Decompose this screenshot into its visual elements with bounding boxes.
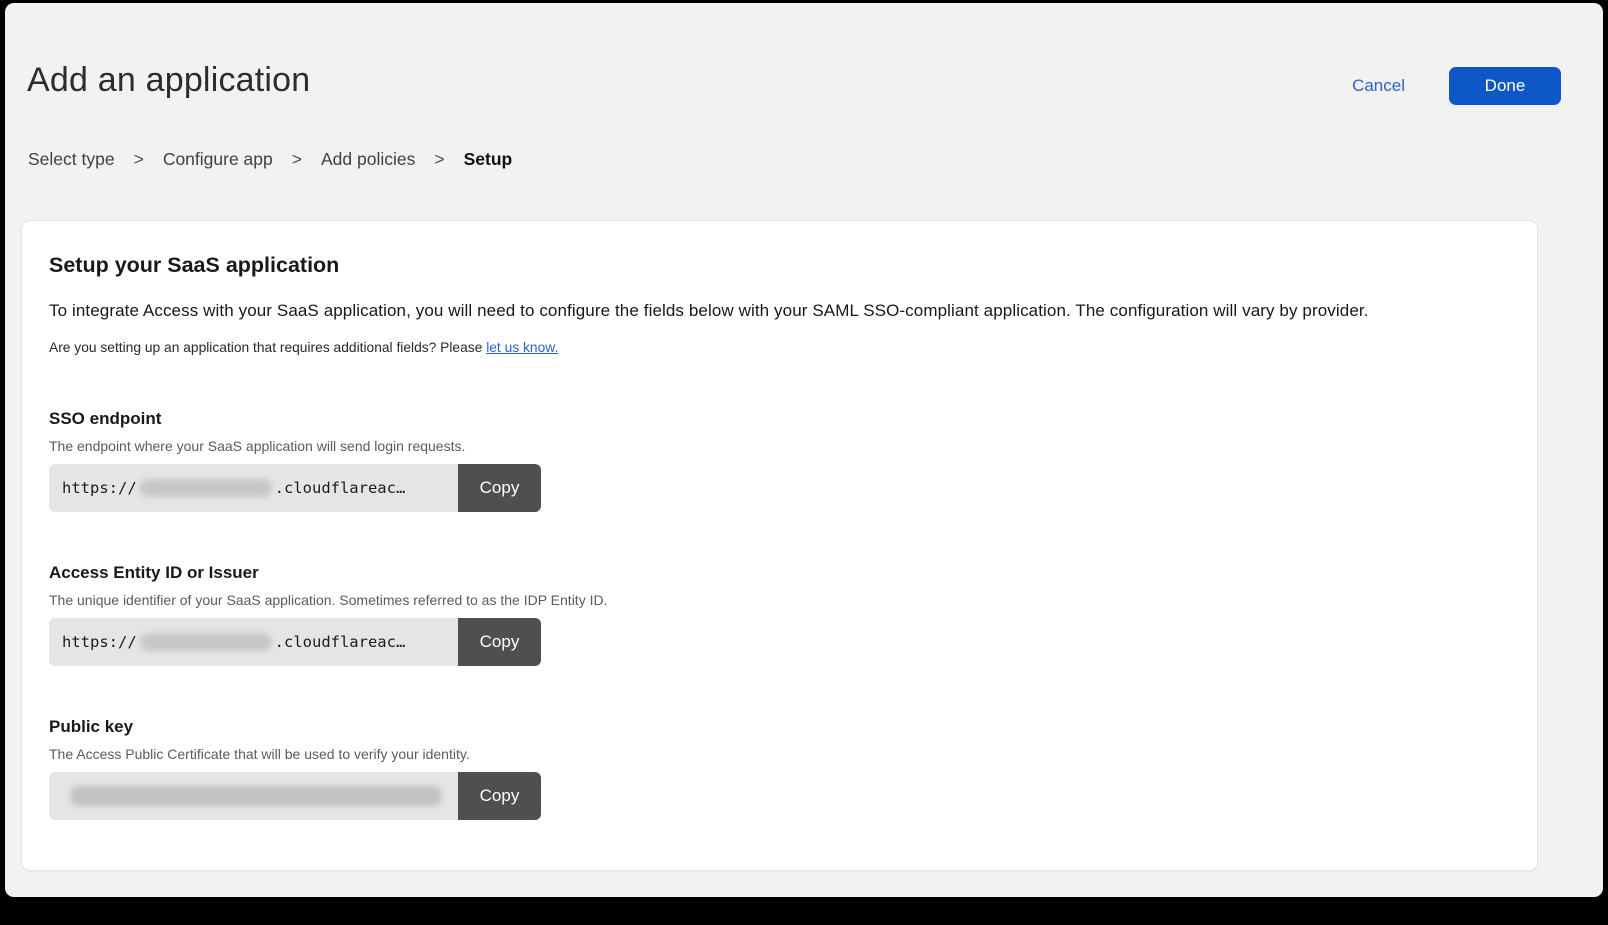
public-key-copy-button[interactable]: Copy (458, 772, 541, 820)
value-prefix: https:// (62, 479, 137, 497)
field-label: Public key (49, 717, 1509, 737)
header-actions: Cancel Done (1352, 67, 1561, 105)
field-description: The unique identifier of your SaaS appli… (49, 592, 1509, 608)
field-sso-endpoint: SSO endpoint The endpoint where your Saa… (49, 409, 1509, 512)
card-heading: Setup your SaaS application (49, 253, 1509, 278)
let-us-know-link[interactable]: let us know. (486, 340, 558, 355)
sso-endpoint-value-row: https:// .cloudflareac… Copy (49, 464, 541, 512)
field-label: Access Entity ID or Issuer (49, 563, 1509, 583)
breadcrumb-step-configure-app[interactable]: Configure app (163, 149, 273, 170)
breadcrumb-separator: > (292, 149, 302, 170)
breadcrumb: Select type > Configure app > Add polici… (28, 149, 1603, 170)
page-header: Add an application Cancel Done (5, 3, 1603, 105)
public-key-value (49, 772, 458, 820)
card-note: Are you setting up an application that r… (49, 340, 1509, 355)
breadcrumb-step-add-policies[interactable]: Add policies (321, 149, 415, 170)
sso-endpoint-copy-button[interactable]: Copy (458, 464, 541, 512)
value-suffix: .cloudflareac… (275, 479, 406, 497)
breadcrumb-separator: > (434, 149, 444, 170)
app-window: Add an application Cancel Done Select ty… (5, 3, 1603, 897)
value-suffix: .cloudflareac… (275, 633, 406, 651)
card-intro-text: To integrate Access with your SaaS appli… (49, 301, 1509, 321)
breadcrumb-step-setup[interactable]: Setup (464, 149, 513, 170)
access-entity-id-value-row: https:// .cloudflareac… Copy (49, 618, 541, 666)
setup-card: Setup your SaaS application To integrate… (21, 220, 1538, 871)
public-key-value-row: Copy (49, 772, 541, 820)
access-entity-id-copy-button[interactable]: Copy (458, 618, 541, 666)
field-label: SSO endpoint (49, 409, 1509, 429)
value-prefix: https:// (62, 633, 137, 651)
field-description: The endpoint where your SaaS application… (49, 438, 1509, 454)
breadcrumb-separator: > (134, 149, 144, 170)
page-title: Add an application (27, 61, 310, 100)
field-public-key: Public key The Access Public Certificate… (49, 717, 1509, 820)
done-button[interactable]: Done (1449, 67, 1561, 105)
breadcrumb-step-select-type[interactable]: Select type (28, 149, 115, 170)
cancel-button[interactable]: Cancel (1352, 76, 1405, 96)
access-entity-id-value: https:// .cloudflareac… (49, 618, 458, 666)
redacted-value (140, 633, 272, 651)
field-access-entity-id: Access Entity ID or Issuer The unique id… (49, 563, 1509, 666)
sso-endpoint-value: https:// .cloudflareac… (49, 464, 458, 512)
redacted-value (70, 786, 442, 806)
card-note-text: Are you setting up an application that r… (49, 340, 486, 355)
field-description: The Access Public Certificate that will … (49, 746, 1509, 762)
redacted-value (140, 479, 272, 497)
